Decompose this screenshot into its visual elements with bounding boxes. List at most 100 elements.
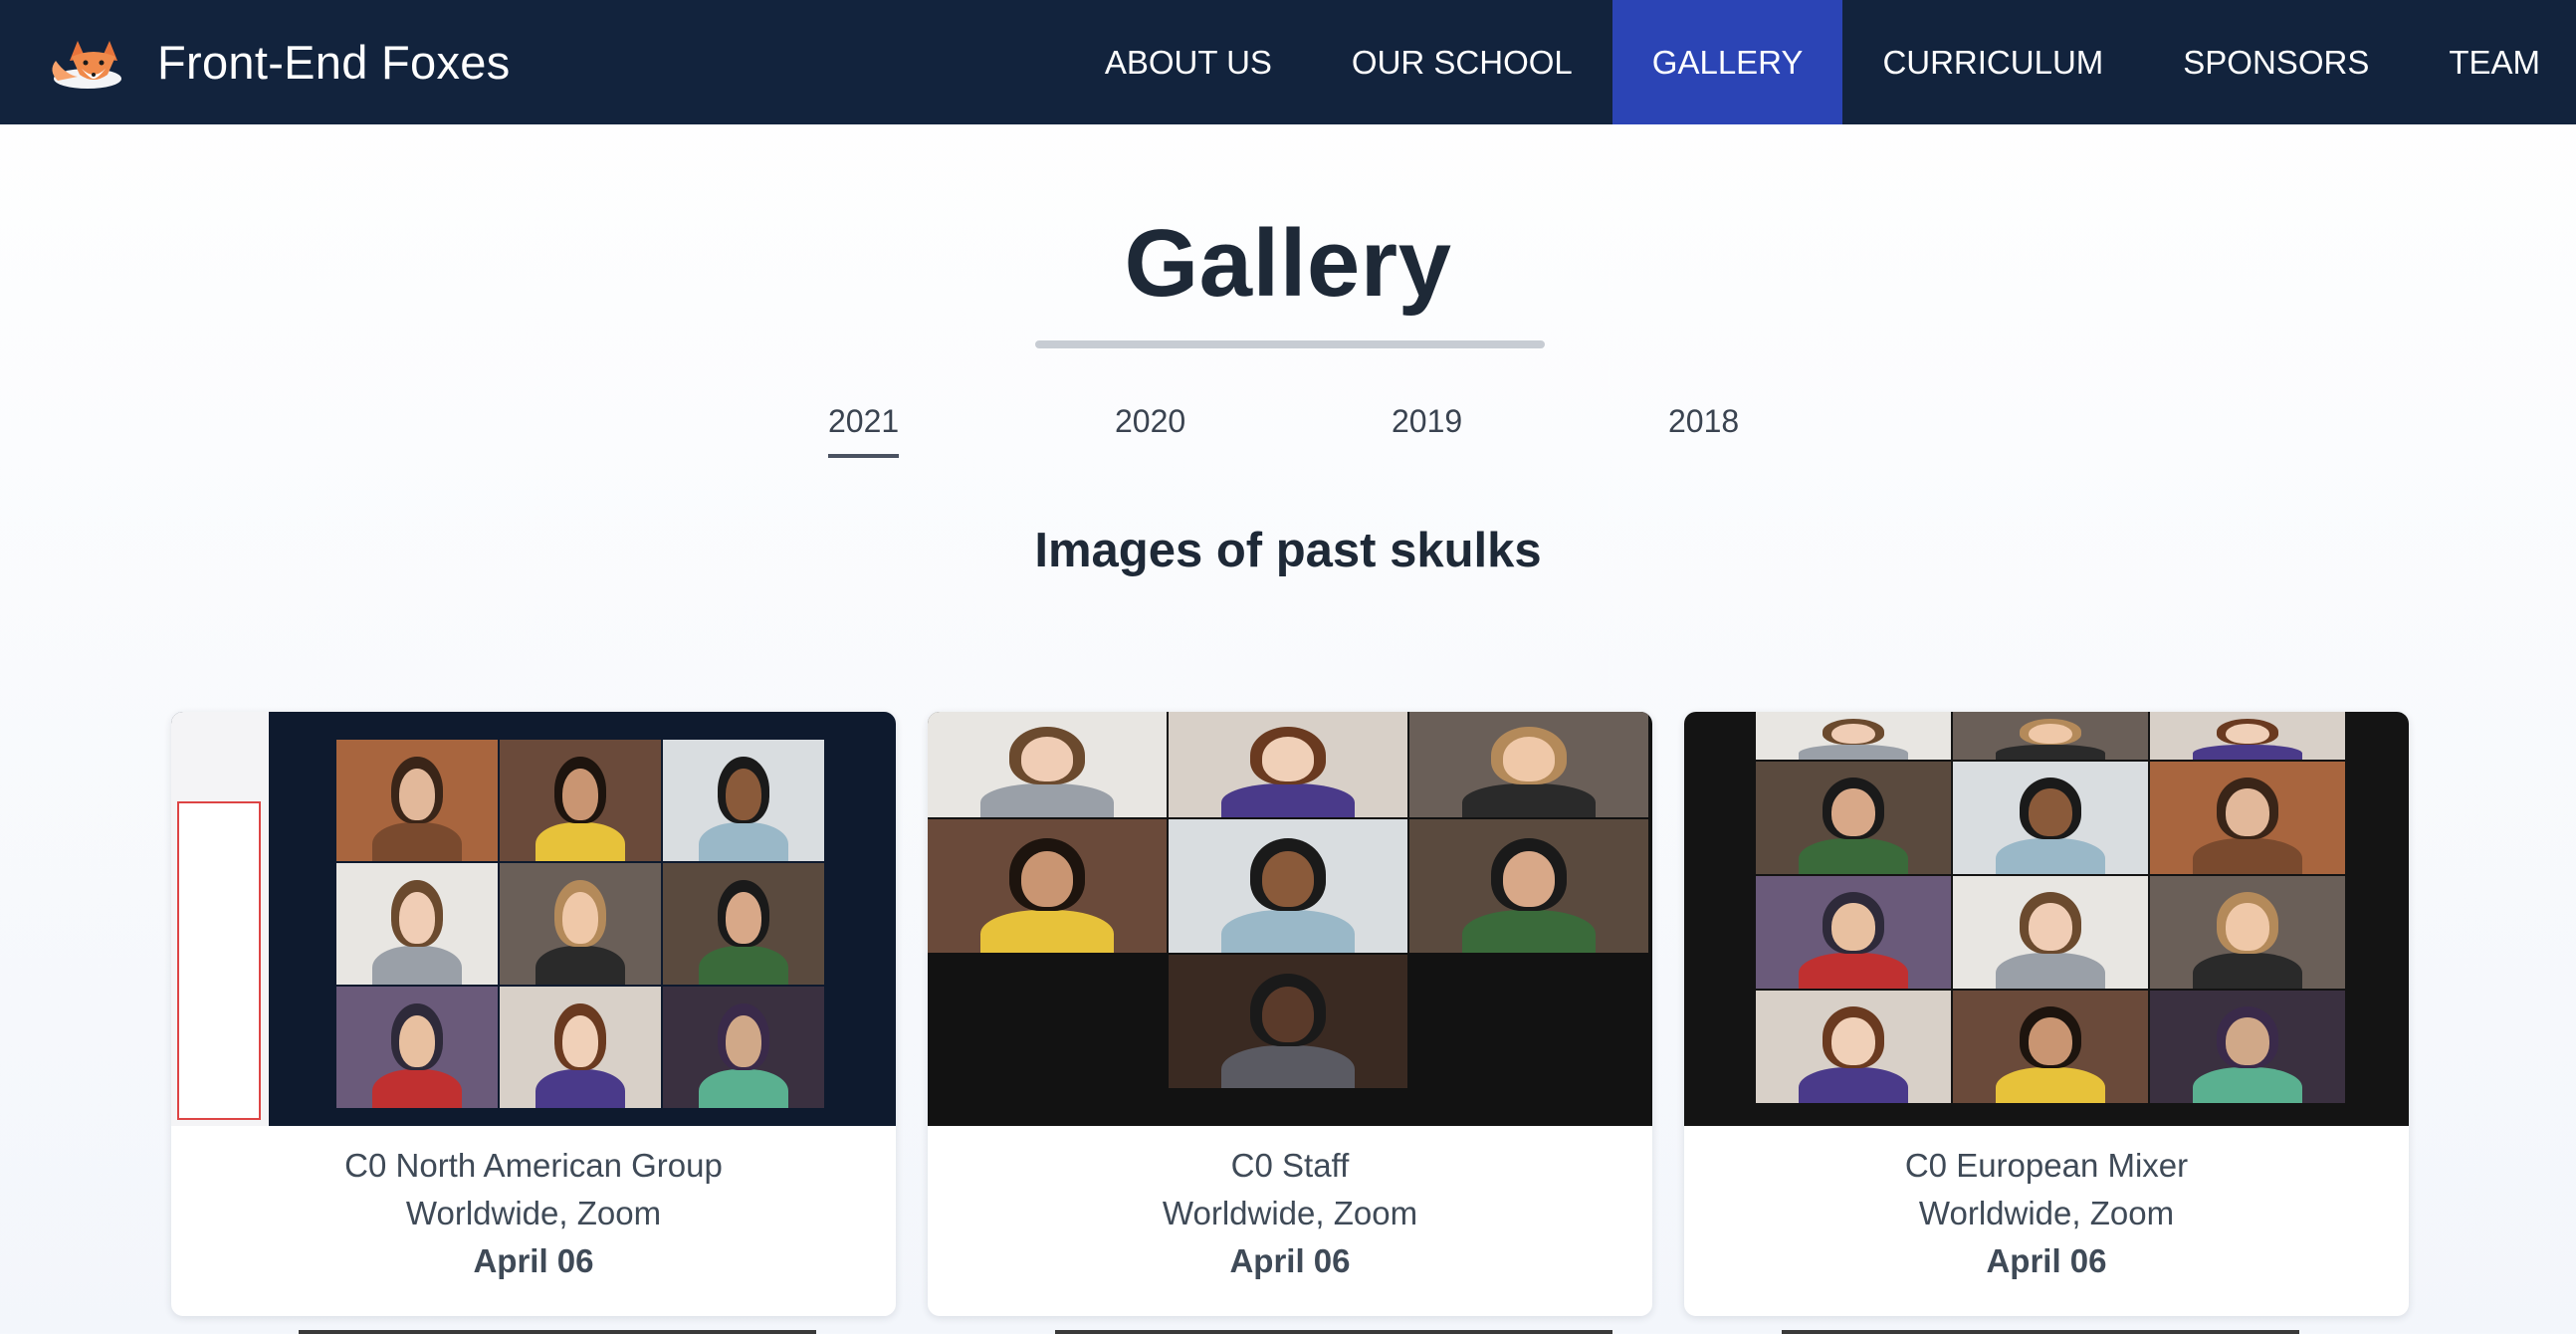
chat-box <box>177 801 261 1120</box>
participant-shape <box>1220 1045 1356 1088</box>
nav-gallery[interactable]: GALLERY <box>1611 0 1843 124</box>
participant-shape <box>371 945 463 985</box>
participant-shape <box>535 1068 626 1108</box>
video-tile <box>663 863 824 985</box>
participant-shape <box>1996 952 2105 989</box>
next-row-card-peek <box>1055 1330 1612 1334</box>
participant-shape <box>1502 737 1556 781</box>
gallery-card-staff[interactable]: C0 Staff Worldwide, Zoom April 06 <box>928 712 1652 1316</box>
video-tile <box>500 987 661 1108</box>
participant-shape <box>698 945 789 985</box>
video-tile <box>2150 876 2345 989</box>
chat-sidebar <box>171 712 269 1126</box>
video-tile <box>663 987 824 1108</box>
participant-shape <box>698 821 789 861</box>
card-date: April 06 <box>1986 1242 2107 1279</box>
participant-shape <box>2029 723 2072 744</box>
video-tile <box>1756 762 1951 874</box>
participant-shape <box>2193 1066 2302 1103</box>
top-nav: Front-End Foxes ABOUT US OUR SCHOOL GALL… <box>0 0 2576 124</box>
nav-curriculum[interactable]: CURRICULUM <box>1842 0 2143 124</box>
participant-shape <box>535 821 626 861</box>
participant-shape <box>562 892 598 944</box>
nav-team[interactable]: TEAM <box>2409 0 2576 124</box>
participant-shape <box>1220 783 1356 817</box>
participant-shape <box>1996 1066 2105 1103</box>
participant-shape <box>1261 737 1315 781</box>
participant-shape <box>1020 851 1074 908</box>
participant-shape <box>1831 788 1875 836</box>
participant-shape <box>399 892 435 944</box>
participant-shape <box>1461 783 1597 817</box>
video-tile <box>2150 991 2345 1103</box>
participant-shape <box>726 769 761 820</box>
participant-shape <box>1461 910 1597 953</box>
video-tile <box>1756 712 1951 760</box>
participant-shape <box>399 1015 435 1067</box>
video-tile <box>336 740 498 861</box>
video-tile <box>500 740 661 861</box>
card-date: April 06 <box>1229 1242 1351 1279</box>
card-photo[interactable] <box>171 712 896 1126</box>
participant-shape <box>371 821 463 861</box>
participant-shape <box>698 1068 789 1108</box>
participant-shape <box>535 945 626 985</box>
card-location: Worldwide, Zoom <box>405 1195 662 1231</box>
participant-shape <box>2193 744 2302 760</box>
card-title: C0 European Mixer <box>1904 1147 2189 1184</box>
participant-shape <box>2029 1017 2072 1065</box>
participant-shape <box>399 769 435 820</box>
participant-shape <box>2226 1017 2269 1065</box>
video-tile <box>2150 712 2345 760</box>
participant-shape <box>2029 788 2072 836</box>
video-tile <box>928 712 1167 817</box>
next-row-card-peek <box>1782 1330 2299 1334</box>
card-title: C0 Staff <box>1230 1147 1350 1184</box>
gallery-card-north-american-group[interactable]: C0 North American Group Worldwide, Zoom … <box>171 712 896 1316</box>
participant-shape <box>1831 903 1875 951</box>
video-tile <box>500 863 661 985</box>
card-photo[interactable] <box>1684 712 2409 1126</box>
participant-shape <box>979 910 1115 953</box>
participant-shape <box>1020 737 1074 781</box>
gallery-card-european-mixer[interactable]: C0 European Mixer Worldwide, Zoom April … <box>1684 712 2409 1316</box>
tab-2020[interactable]: 2020 <box>1115 403 1185 454</box>
participant-shape <box>1261 851 1315 908</box>
participant-shape <box>2226 788 2269 836</box>
participant-shape <box>2226 903 2269 951</box>
card-location: Worldwide, Zoom <box>1918 1195 2175 1231</box>
card-photo[interactable] <box>928 712 1652 1126</box>
video-tile <box>1953 876 2148 989</box>
fox-logo-icon <box>52 40 121 89</box>
tab-2019[interactable]: 2019 <box>1392 403 1462 454</box>
participant-shape <box>1799 952 1908 989</box>
video-tile <box>663 740 824 861</box>
video-tile <box>336 987 498 1108</box>
video-tile <box>1953 762 2148 874</box>
video-tile <box>1169 712 1407 817</box>
tab-2018[interactable]: 2018 <box>1668 403 1739 454</box>
video-tile <box>928 819 1167 953</box>
participant-shape <box>1831 1017 1875 1065</box>
participant-shape <box>562 769 598 820</box>
nav-our-school[interactable]: OUR SCHOOL <box>1312 0 1612 124</box>
participant-shape <box>1831 723 1875 744</box>
nav-links: ABOUT US OUR SCHOOL GALLERY CURRICULUM S… <box>1065 0 2576 124</box>
participant-shape <box>2193 952 2302 989</box>
participant-shape <box>979 783 1115 817</box>
participant-shape <box>1996 744 2105 760</box>
participant-shape <box>726 892 761 944</box>
participant-shape <box>1996 837 2105 874</box>
participant-shape <box>1502 851 1556 908</box>
nav-about-us[interactable]: ABOUT US <box>1065 0 1312 124</box>
tab-2021[interactable]: 2021 <box>828 403 900 458</box>
brand-link[interactable]: Front-End Foxes <box>48 0 511 124</box>
card-location: Worldwide, Zoom <box>1162 1195 1418 1231</box>
participant-shape <box>562 1015 598 1067</box>
participant-shape <box>1799 744 1908 760</box>
video-tile <box>1409 819 1648 953</box>
video-tile <box>1756 876 1951 989</box>
nav-sponsors[interactable]: SPONSORS <box>2143 0 2409 124</box>
participant-shape <box>1799 1066 1908 1103</box>
video-tile <box>1756 991 1951 1103</box>
